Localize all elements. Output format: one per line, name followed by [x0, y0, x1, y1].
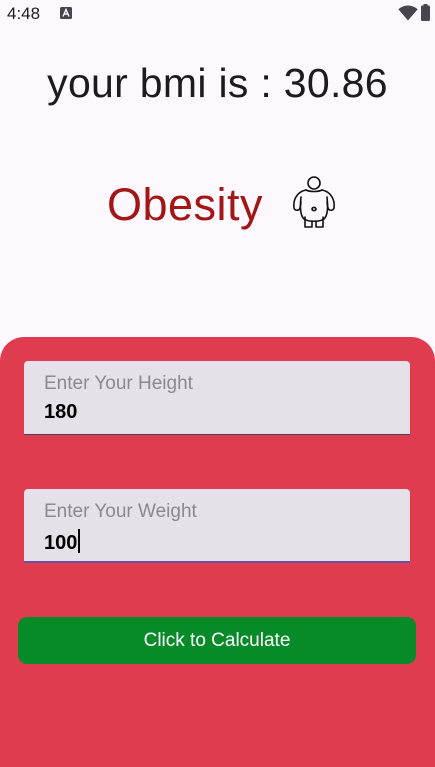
height-field-label: Enter Your Height — [44, 373, 193, 394]
bmi-calculator-screen: 4:48 your bmi is : 30.86 Obesity Enter Y… — [0, 0, 435, 767]
status-bar: 4:48 — [0, 0, 435, 28]
bmi-category-row: Obesity — [0, 175, 435, 235]
height-field[interactable]: Enter Your Height 180 — [24, 361, 410, 435]
bmi-result-text: your bmi is : 30.86 — [47, 60, 388, 106]
weight-field[interactable]: Enter Your Weight 100 — [24, 489, 410, 563]
battery-icon — [421, 4, 430, 21]
height-field-value: 180 — [44, 401, 78, 423]
weight-field-label: Enter Your Weight — [44, 501, 197, 522]
obese-person-icon — [293, 176, 335, 228]
bmi-category-label: Obesity — [107, 179, 264, 230]
wifi-icon — [398, 5, 418, 21]
weight-field-value-wrap: 100 — [44, 529, 81, 555]
input-panel: Enter Your Height 180 Enter Your Weight … — [0, 337, 435, 767]
status-time: 4:48 — [7, 4, 41, 23]
weight-field-value: 100 — [44, 532, 78, 554]
android-app-icon — [60, 7, 72, 19]
text-caret — [78, 529, 81, 553]
calculate-button[interactable]: Click to Calculate — [18, 617, 416, 664]
